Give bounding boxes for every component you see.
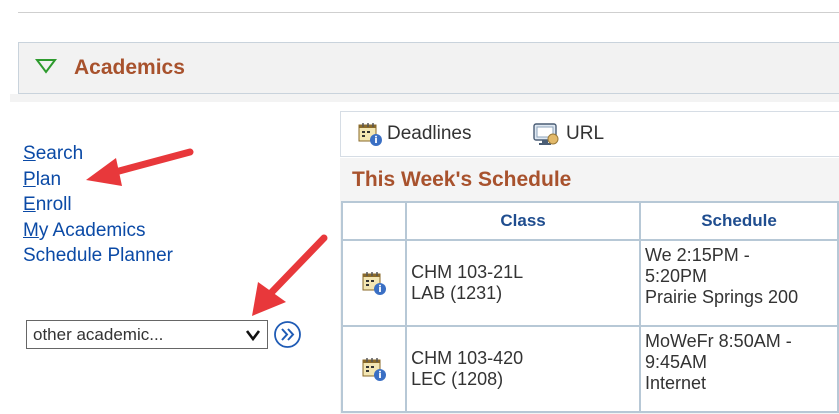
schedule-toolbar: Deadlines URL bbox=[340, 111, 839, 157]
double-chevron-right-icon[interactable] bbox=[273, 320, 302, 349]
schedule-column-header[interactable]: Schedule bbox=[639, 201, 839, 241]
academics-section-header[interactable]: Academics bbox=[18, 42, 839, 94]
deadlines-label: Deadlines bbox=[387, 123, 472, 144]
header-shadow bbox=[10, 94, 839, 102]
calendar-info-icon[interactable] bbox=[361, 356, 387, 382]
table-header-row: Class Schedule bbox=[340, 201, 839, 241]
schedule-cell: MoWeFr 8:50AM - 9:45AM Internet bbox=[639, 325, 839, 413]
calendar-info-icon bbox=[358, 123, 382, 146]
class-section: LEC (1208) bbox=[411, 369, 504, 389]
url-label: URL bbox=[566, 123, 605, 144]
class-cell: CHM 103-21L LAB (1231) bbox=[405, 239, 641, 327]
class-code: CHM 103-21L bbox=[411, 262, 524, 282]
schedule-table: Class Schedule CHM 103-21L LAB (1231) We… bbox=[340, 201, 839, 413]
deadlines-button[interactable]: Deadlines bbox=[357, 112, 472, 156]
class-cell: CHM 103-420 LEC (1208) bbox=[405, 325, 641, 413]
class-section: LAB (1231) bbox=[411, 283, 503, 303]
schedule-location: Prairie Springs 200 bbox=[645, 287, 799, 307]
enroll-link[interactable]: Enroll bbox=[23, 192, 283, 218]
triangle-down-icon[interactable] bbox=[35, 57, 57, 75]
url-button[interactable]: URL bbox=[532, 112, 604, 156]
schedule-days-time: We 2:15PM - bbox=[645, 245, 750, 265]
row-icon-cell[interactable] bbox=[340, 239, 408, 327]
annotation-arrow-icon bbox=[252, 234, 328, 316]
section-title: Academics bbox=[74, 56, 185, 79]
table-row: CHM 103-21L LAB (1231) We 2:15PM - 5:20P… bbox=[340, 239, 839, 327]
icon-column-header bbox=[340, 201, 408, 241]
top-divider bbox=[18, 12, 839, 13]
url-monitor-icon bbox=[533, 123, 559, 145]
schedule-cell: We 2:15PM - 5:20PM Prairie Springs 200 bbox=[639, 239, 839, 327]
class-column-header[interactable]: Class bbox=[405, 201, 641, 241]
schedule-location: Internet bbox=[645, 373, 707, 393]
calendar-info-icon[interactable] bbox=[361, 270, 387, 296]
chevron-down-icon bbox=[245, 330, 261, 342]
schedule-end-time: 5:20PM bbox=[645, 266, 708, 286]
schedule-days-time: MoWeFr 8:50AM - bbox=[645, 331, 792, 351]
class-code: CHM 103-420 bbox=[411, 348, 524, 368]
annotation-arrow-icon bbox=[86, 148, 194, 186]
schedule-end-time: 9:45AM bbox=[645, 352, 708, 372]
schedule-title: This Week's Schedule bbox=[352, 168, 572, 191]
table-row: CHM 103-420 LEC (1208) MoWeFr 8:50AM - 9… bbox=[340, 325, 839, 413]
select-value: other academic... bbox=[33, 325, 164, 344]
other-academic-select[interactable]: other academic... bbox=[26, 320, 268, 349]
row-icon-cell[interactable] bbox=[340, 325, 408, 413]
